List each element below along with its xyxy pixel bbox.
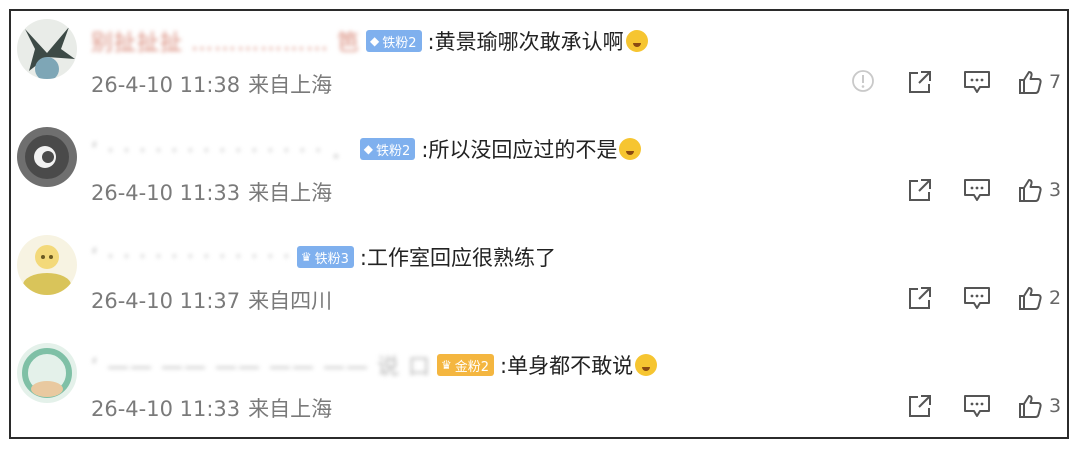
comment-button[interactable] — [963, 177, 991, 203]
comment-button[interactable] — [963, 69, 991, 95]
comment-icon — [964, 71, 990, 93]
share-icon — [909, 287, 931, 309]
action-bar: 3 — [11, 177, 1071, 207]
share-button[interactable] — [907, 177, 933, 203]
username[interactable]: 别扯扯扯 ……………… 笆 — [91, 25, 360, 57]
share-button[interactable] — [907, 285, 933, 311]
like-icon — [1019, 395, 1042, 418]
name-line: ‘ · · · · · · · · · · · · ♛ 铁粉3 :工作室回应很熟… — [91, 237, 556, 277]
action-bar: 2 — [11, 285, 1071, 315]
like-icon — [1019, 179, 1042, 202]
share-button[interactable] — [907, 69, 933, 95]
emoji-icon — [619, 138, 642, 160]
like-button[interactable]: 3 — [1017, 177, 1061, 203]
comment-list: 别扯扯扯 ……………… 笆 ◆ 铁粉2 :黄景瑜哪次敢承认啊 26-4-10 1… — [9, 9, 1069, 439]
like-count: 3 — [1049, 395, 1062, 417]
diamond-icon: ◆ — [363, 142, 374, 156]
crown-icon: ♛ — [440, 358, 452, 372]
name-line: ‘ —— —— —— —— —— 说 口 ♛ 金粉2 :单身都不敢说 — [91, 345, 658, 385]
username[interactable]: ‘ —— —— —— —— —— 说 口 — [91, 349, 431, 381]
badge-label: 铁粉2 — [382, 35, 417, 51]
like-count: 7 — [1049, 71, 1062, 93]
share-button[interactable] — [907, 393, 933, 419]
comment-button[interactable] — [963, 285, 991, 311]
like-count: 2 — [1049, 287, 1062, 309]
like-count: 3 — [1049, 179, 1062, 201]
like-icon — [1019, 71, 1042, 94]
report-button[interactable] — [851, 69, 875, 93]
fan-badge[interactable]: ◆ 铁粉2 — [359, 138, 416, 160]
report-icon — [852, 70, 874, 92]
emoji-icon — [635, 354, 658, 376]
username[interactable]: ‘ · · · · · · · · · · · · — [91, 245, 291, 270]
like-button[interactable]: 3 — [1017, 393, 1061, 419]
share-icon — [909, 179, 931, 201]
comment-icon — [964, 179, 990, 201]
crown-icon: ♛ — [300, 250, 312, 264]
comment-item: 别扯扯扯 ……………… 笆 ◆ 铁粉2 :黄景瑜哪次敢承认啊 26-4-10 1… — [11, 11, 1071, 119]
like-button[interactable]: 2 — [1017, 285, 1061, 311]
fan-badge[interactable]: ♛ 铁粉3 — [296, 246, 354, 268]
comment-item: ‘ · · · · · · · · · · · · · · ． ◆ 铁粉2 :所… — [11, 119, 1071, 227]
fan-badge[interactable]: ♛ 金粉2 — [436, 354, 494, 376]
share-icon — [909, 71, 931, 93]
diamond-icon: ◆ — [370, 34, 380, 48]
like-icon — [1019, 287, 1042, 310]
name-line: 别扯扯扯 ……………… 笆 ◆ 铁粉2 :黄景瑜哪次敢承认啊 — [91, 21, 648, 61]
comment-item: ‘ —— —— —— —— —— 说 口 ♛ 金粉2 :单身都不敢说 26-4-… — [11, 335, 1071, 443]
comment-icon — [964, 287, 990, 309]
comment-text: :单身都不敢说 — [500, 354, 634, 378]
comment-item: ‘ · · · · · · · · · · · · ♛ 铁粉3 :工作室回应很熟… — [11, 227, 1071, 335]
username[interactable]: ‘ · · · · · · · · · · · · · · ． — [91, 133, 354, 165]
comment-text: :所以没回应过的不是 — [421, 138, 618, 162]
badge-label: 铁粉3 — [314, 251, 349, 267]
badge-label: 铁粉2 — [376, 143, 411, 159]
comment-text: :黄景瑜哪次敢承认啊 — [427, 30, 624, 54]
fan-badge[interactable]: ◆ 铁粉2 — [366, 30, 422, 52]
comment-text: :工作室回应很熟练了 — [359, 246, 556, 270]
emoji-icon — [625, 30, 648, 52]
action-bar: 3 — [11, 393, 1071, 423]
comment-icon — [964, 395, 990, 417]
share-icon — [909, 395, 931, 417]
comment-button[interactable] — [963, 393, 991, 419]
action-bar: 7 — [11, 69, 1071, 99]
badge-label: 金粉2 — [454, 359, 489, 375]
name-line: ‘ · · · · · · · · · · · · · · ． ◆ 铁粉2 :所… — [91, 129, 642, 169]
like-button[interactable]: 7 — [1017, 69, 1061, 95]
